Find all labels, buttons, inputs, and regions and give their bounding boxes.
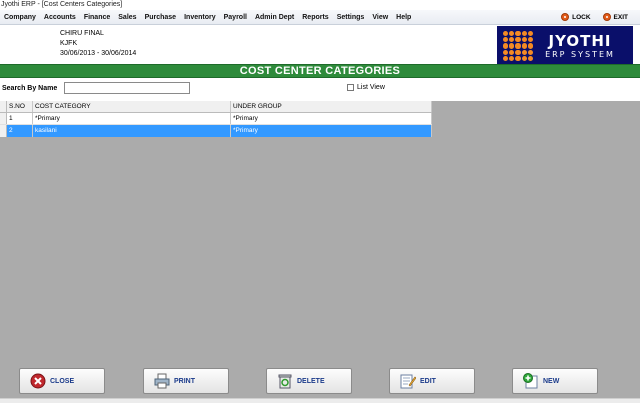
logo-mark-icon (503, 31, 533, 61)
grid-workspace: S.NO COST CATEGORY UNDER GROUP 1 *Primar… (0, 101, 640, 365)
company-header: CHIRU FINAL KJFK 30/06/2013 - 30/06/2014… (0, 25, 640, 66)
menu-finance[interactable]: Finance (80, 10, 114, 25)
edit-button[interactable]: EDIT (389, 368, 475, 394)
company-info: CHIRU FINAL KJFK 30/06/2013 - 30/06/2014 (60, 29, 136, 59)
delete-button[interactable]: DELETE (266, 368, 352, 394)
recycle-bin-icon (278, 374, 292, 389)
exit-icon (602, 13, 611, 21)
new-button[interactable]: NEW (512, 368, 598, 394)
page-banner: COST CENTER CATEGORIES (0, 64, 640, 78)
menu-reports[interactable]: Reports (298, 10, 332, 25)
company-code: KJFK (60, 40, 78, 47)
cell-cost-category: kasilani (33, 125, 231, 137)
menu-bar: Company Accounts Finance Sales Purchase … (0, 10, 640, 25)
table-row-selected[interactable]: 2 kasilani *Primary (0, 125, 432, 137)
menu-company[interactable]: Company (0, 10, 40, 25)
list-view-label: List View (357, 84, 385, 91)
header-sno[interactable]: S.NO (7, 101, 33, 112)
row-selector[interactable] (0, 113, 7, 124)
list-view-checkbox[interactable] (347, 84, 354, 91)
menu-admin-dept[interactable]: Admin Dept (251, 10, 298, 25)
cost-category-table: S.NO COST CATEGORY UNDER GROUP 1 *Primar… (0, 101, 432, 137)
header-under-group[interactable]: UNDER GROUP (231, 101, 432, 112)
window-title: Jyothi ERP - [Cost Centers Categories] (0, 0, 640, 10)
cell-sno: 2 (7, 125, 33, 137)
search-input[interactable] (64, 82, 190, 94)
cell-under-group: *Primary (231, 113, 432, 124)
search-bar: Search By Name List View (0, 78, 640, 101)
row-selector[interactable] (0, 125, 7, 137)
lock-button[interactable]: LOCK (561, 13, 591, 21)
print-button[interactable]: PRINT (143, 368, 229, 394)
close-label: CLOSE (50, 377, 75, 385)
menu-sales[interactable]: Sales (114, 10, 140, 25)
cell-under-group: *Primary (231, 125, 432, 137)
lock-label: LOCK (572, 13, 591, 21)
edit-label: EDIT (420, 377, 436, 385)
page-title: COST CENTER CATEGORIES (239, 65, 401, 77)
jyothi-logo: JYOTHI ERP SYSTEM (497, 26, 633, 66)
printer-icon (154, 373, 170, 389)
table-header: S.NO COST CATEGORY UNDER GROUP (0, 101, 432, 113)
status-bar (0, 398, 640, 403)
cell-sno: 1 (7, 113, 33, 124)
logo-text-top: JYOTHI (548, 31, 612, 50)
print-label: PRINT (174, 377, 195, 385)
menu-view[interactable]: View (368, 10, 392, 25)
header-cost-category[interactable]: COST CATEGORY (33, 101, 231, 112)
menu-inventory[interactable]: Inventory (180, 10, 220, 25)
company-name: CHIRU FINAL (60, 30, 104, 37)
exit-button[interactable]: EXIT (602, 13, 628, 21)
row-selector-header (0, 101, 7, 112)
new-document-icon (523, 373, 538, 389)
list-view-toggle[interactable]: List View (347, 84, 385, 91)
search-label: Search By Name (2, 85, 58, 92)
edit-icon (400, 374, 416, 389)
logo-text-bottom: ERP SYSTEM (545, 49, 615, 59)
financial-period: 30/06/2013 - 30/06/2014 (60, 50, 137, 57)
new-label: NEW (543, 377, 560, 385)
menu-help[interactable]: Help (392, 10, 415, 25)
menu-accounts[interactable]: Accounts (40, 10, 80, 25)
menu-purchase[interactable]: Purchase (141, 10, 181, 25)
table-row[interactable]: 1 *Primary *Primary (0, 113, 432, 125)
close-button[interactable]: CLOSE (19, 368, 105, 394)
lock-icon (561, 13, 570, 21)
delete-label: DELETE (297, 377, 325, 385)
menu-settings[interactable]: Settings (333, 10, 369, 25)
close-icon (30, 373, 46, 389)
menu-payroll[interactable]: Payroll (220, 10, 251, 25)
exit-label: EXIT (613, 13, 628, 21)
cell-cost-category: *Primary (33, 113, 231, 124)
